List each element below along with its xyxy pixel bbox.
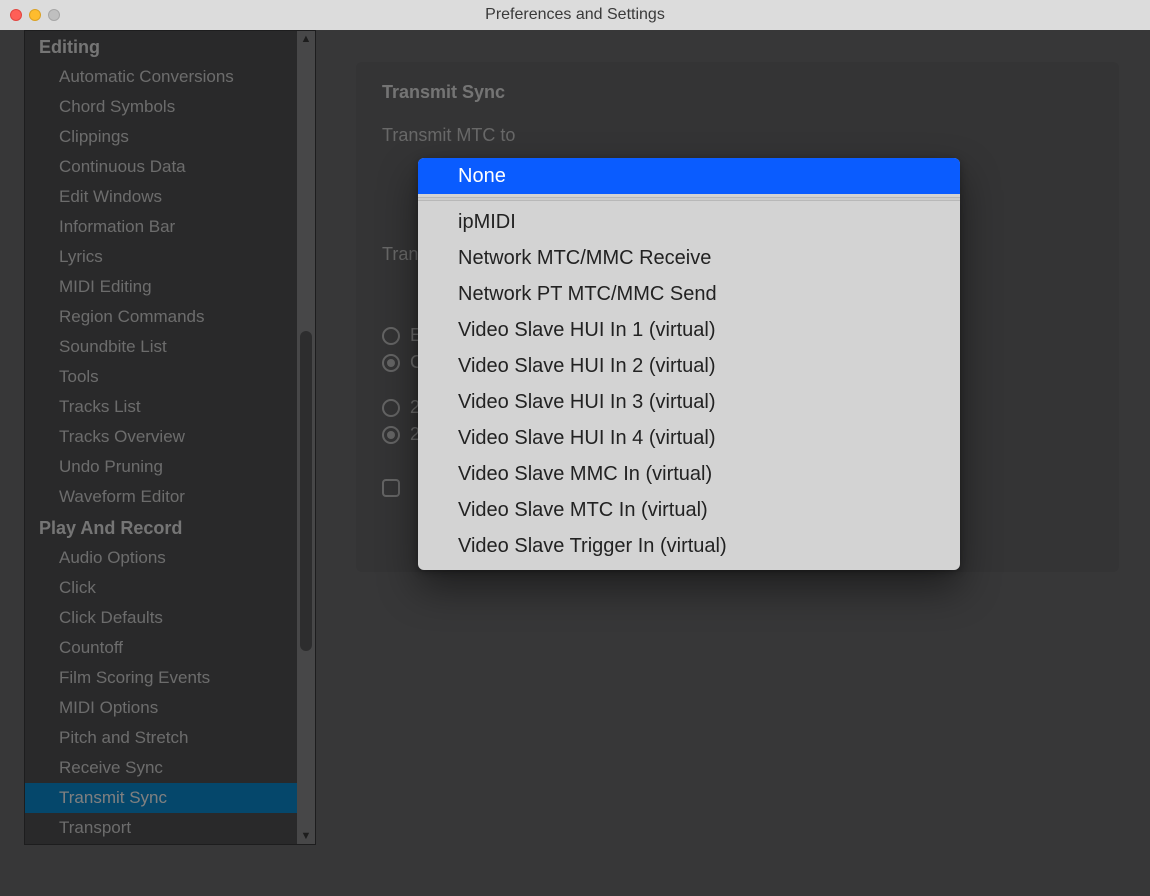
sidebar-item-receive-sync[interactable]: Receive Sync — [25, 753, 299, 783]
panel-title: Transmit Sync — [382, 82, 1093, 103]
scroll-up-icon[interactable]: ▲ — [297, 31, 315, 47]
sidebar-item-midi-options[interactable]: MIDI Options — [25, 693, 299, 723]
dropdown-separator — [418, 197, 960, 201]
dropdown-item-network-pt-mtc-mmc-send[interactable]: Network PT MTC/MMC Send — [418, 276, 960, 312]
dropdown-item-video-slave-mmc-in[interactable]: Video Slave MMC In (virtual) — [418, 456, 960, 492]
scroll-down-icon[interactable]: ▼ — [297, 828, 315, 844]
dropdown-item-none[interactable]: None — [418, 158, 960, 194]
titlebar: Preferences and Settings — [0, 0, 1150, 30]
sidebar-item-region-commands[interactable]: Region Commands — [25, 302, 299, 332]
radio-icon[interactable] — [382, 399, 400, 417]
sidebar-category-editing[interactable]: Editing — [25, 31, 299, 62]
sidebar-item-transport[interactable]: Transport — [25, 813, 299, 843]
sidebar-item-information-bar[interactable]: Information Bar — [25, 212, 299, 242]
dropdown-item-video-slave-hui-in-4[interactable]: Video Slave HUI In 4 (virtual) — [418, 420, 960, 456]
scrollbar-thumb[interactable] — [300, 331, 312, 651]
sidebar-item-soundbite-list[interactable]: Soundbite List — [25, 332, 299, 362]
sidebar-item-tracks-overview[interactable]: Tracks Overview — [25, 422, 299, 452]
dropdown-item-network-mtc-mmc-receive[interactable]: Network MTC/MMC Receive — [418, 240, 960, 276]
sidebar-category-play-and-record[interactable]: Play And Record — [25, 512, 299, 543]
dropdown-item-video-slave-hui-in-3[interactable]: Video Slave HUI In 3 (virtual) — [418, 384, 960, 420]
sidebar-item-undo-pruning[interactable]: Undo Pruning — [25, 452, 299, 482]
dropdown-item-video-slave-mtc-in[interactable]: Video Slave MTC In (virtual) — [418, 492, 960, 528]
sidebar-item-lyrics[interactable]: Lyrics — [25, 242, 299, 272]
sidebar-item-tracks-list[interactable]: Tracks List — [25, 392, 299, 422]
sidebar-item-transmit-sync[interactable]: Transmit Sync — [25, 783, 299, 813]
sidebar-item-film-scoring-events[interactable]: Film Scoring Events — [25, 663, 299, 693]
sidebar-scrollbar[interactable]: ▲ ▼ — [297, 31, 315, 844]
sidebar: Editing Automatic Conversions Chord Symb… — [24, 30, 316, 845]
dropdown-item-video-slave-hui-in-1[interactable]: Video Slave HUI In 1 (virtual) — [418, 312, 960, 348]
sidebar-item-click[interactable]: Click — [25, 573, 299, 603]
label-transmit-mtc: Transmit MTC to — [382, 125, 1093, 146]
sidebar-item-continuous-data[interactable]: Continuous Data — [25, 152, 299, 182]
sidebar-item-chord-symbols[interactable]: Chord Symbols — [25, 92, 299, 122]
sidebar-item-tools[interactable]: Tools — [25, 362, 299, 392]
sidebar-item-countoff[interactable]: Countoff — [25, 633, 299, 663]
sidebar-item-waveform-editor[interactable]: Waveform Editor — [25, 482, 299, 512]
window-title: Preferences and Settings — [0, 6, 1150, 24]
checkbox-icon[interactable] — [382, 479, 400, 497]
radio-icon[interactable] — [382, 354, 400, 372]
radio-icon[interactable] — [382, 327, 400, 345]
sidebar-item-midi-editing[interactable]: MIDI Editing — [25, 272, 299, 302]
dropdown-item-video-slave-trigger-in[interactable]: Video Slave Trigger In (virtual) — [418, 528, 960, 564]
sidebar-item-automatic-conversions[interactable]: Automatic Conversions — [25, 62, 299, 92]
dropdown-item-video-slave-hui-in-2[interactable]: Video Slave HUI In 2 (virtual) — [418, 348, 960, 384]
dropdown-item-ipmidi[interactable]: ipMIDI — [418, 204, 960, 240]
radio-icon[interactable] — [382, 426, 400, 444]
sidebar-item-clippings[interactable]: Clippings — [25, 122, 299, 152]
sidebar-item-edit-windows[interactable]: Edit Windows — [25, 182, 299, 212]
sidebar-item-pitch-and-stretch[interactable]: Pitch and Stretch — [25, 723, 299, 753]
sidebar-item-audio-options[interactable]: Audio Options — [25, 543, 299, 573]
sidebar-item-click-defaults[interactable]: Click Defaults — [25, 603, 299, 633]
dropdown-transmit-mtc[interactable]: None ipMIDI Network MTC/MMC Receive Netw… — [418, 158, 960, 570]
sidebar-list: Editing Automatic Conversions Chord Symb… — [25, 31, 299, 844]
